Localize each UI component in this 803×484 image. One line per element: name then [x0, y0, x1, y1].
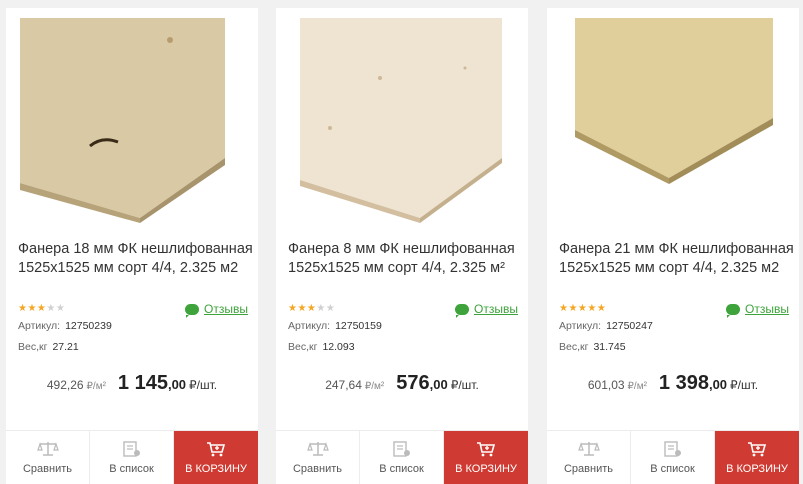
add-to-list-button[interactable]: В список [90, 431, 174, 484]
cart-icon [477, 442, 496, 457]
article-value: 12750159 [335, 320, 382, 332]
product-card: Фанера 21 мм ФК нешлифованная 1525x1525 … [547, 8, 799, 484]
compare-label: Сравнить [563, 463, 613, 475]
price-unit: ₽/шт. [189, 378, 218, 392]
price-block: 492,26 ₽/м² 1 145 ,00 ₽/шт. [6, 372, 258, 395]
weight-value: 31.745 [593, 341, 626, 353]
scales-icon [306, 442, 329, 456]
product-title[interactable]: Фанера 21 мм ФК нешлифованная 1525x1525 … [559, 240, 795, 278]
compare-button[interactable]: Сравнить [547, 431, 631, 484]
reviews-link[interactable]: Отзывы [726, 302, 789, 318]
weight-label: Вес,кг [288, 341, 318, 353]
cart-label: В КОРЗИНУ [726, 463, 788, 475]
article-label: Артикул: [18, 320, 61, 332]
price-main: 1 398 [658, 372, 709, 394]
speech-bubble-icon [185, 303, 200, 318]
cart-icon [748, 442, 767, 457]
list-label: В список [109, 463, 154, 475]
price-per-m2: 601,03 [587, 378, 625, 392]
add-to-list-button[interactable]: В список [360, 431, 444, 484]
cart-icon [207, 442, 226, 457]
speech-bubble-icon [726, 303, 741, 318]
add-to-cart-button[interactable]: В КОРЗИНУ [715, 431, 799, 484]
compare-label: Сравнить [22, 463, 72, 475]
card-actions: Сравнить В список В КОРЗИНУ [6, 430, 258, 484]
rating-stars: ★★★★★ [559, 303, 607, 314]
price-per-m2: 247,64 [325, 378, 362, 392]
add-to-cart-button[interactable]: В КОРЗИНУ [444, 431, 528, 484]
speech-bubble-icon [455, 303, 470, 318]
article-label: Артикул: [559, 320, 602, 332]
scales-icon [577, 442, 600, 456]
card-actions: Сравнить В список В КОРЗИНУ [547, 430, 799, 484]
reviews-link[interactable]: Отзывы [185, 302, 248, 318]
article-row: Артикул: 12750159 [288, 320, 382, 332]
product-title[interactable]: Фанера 18 мм ФК нешлифованная 1525x1525 … [18, 240, 254, 278]
reviews-label: Отзывы [474, 302, 518, 316]
rating-stars: ★★★★★ [288, 303, 336, 314]
add-to-list-button[interactable]: В список [631, 431, 715, 484]
cart-label: В КОРЗИНУ [455, 463, 517, 475]
weight-label: Вес,кг [18, 341, 48, 353]
price-cents: ,00 [429, 377, 448, 392]
list-document-icon [122, 441, 140, 457]
weight-label: Вес,кг [559, 341, 589, 353]
price-block: 601,03 ₽/м² 1 398 ,00 ₽/шт. [547, 372, 799, 395]
price-per-m2-unit: ₽/м² [364, 381, 385, 392]
price-unit: ₽/шт. [730, 378, 759, 392]
compare-button[interactable]: Сравнить [276, 431, 360, 484]
plywood-image [20, 18, 225, 223]
product-card: Фанера 8 мм ФК нешлифованная 1525x1525 м… [276, 8, 528, 484]
list-document-icon [663, 441, 681, 457]
rating-stars: ★★★★★ [18, 303, 66, 314]
price-per-m2-unit: ₽/м² [86, 381, 106, 392]
compare-button[interactable]: Сравнить [6, 431, 90, 484]
price-cents: ,00 [708, 377, 728, 392]
weight-value: 12.093 [322, 341, 355, 353]
reviews-link[interactable]: Отзывы [455, 302, 518, 318]
list-document-icon [392, 441, 410, 457]
price-main: 1 145 [117, 372, 168, 394]
price-per-m2-unit: ₽/м² [627, 381, 647, 392]
price-block: 247,64 ₽/м² 576 ,00 ₽/шт. [276, 372, 528, 395]
weight-value: 27.21 [52, 341, 79, 353]
reviews-label: Отзывы [745, 302, 789, 316]
weight-row: Вес,кг 27.21 [18, 341, 79, 353]
product-image[interactable] [561, 18, 781, 228]
article-value: 12750247 [606, 320, 653, 332]
compare-label: Сравнить [292, 463, 342, 475]
article-value: 12750239 [65, 320, 112, 332]
card-actions: Сравнить В список В КОРЗИНУ [276, 430, 528, 484]
product-image[interactable] [20, 18, 240, 228]
product-title[interactable]: Фанера 8 мм ФК нешлифованная 1525x1525 м… [288, 240, 524, 278]
list-label: В список [650, 463, 695, 475]
price-unit: ₽/шт. [450, 378, 479, 392]
list-label: В список [379, 463, 424, 475]
article-row: Артикул: 12750247 [559, 320, 653, 332]
product-card: Фанера 18 мм ФК нешлифованная 1525x1525 … [6, 8, 258, 484]
price-main: 576 [396, 372, 430, 394]
weight-row: Вес,кг 12.093 [288, 341, 355, 353]
plywood-image [575, 18, 773, 184]
price-cents: ,00 [167, 377, 187, 392]
article-label: Артикул: [288, 320, 331, 332]
cart-label: В КОРЗИНУ [185, 463, 247, 475]
scales-icon [36, 442, 59, 456]
reviews-label: Отзывы [204, 302, 248, 316]
add-to-cart-button[interactable]: В КОРЗИНУ [174, 431, 258, 484]
product-image[interactable] [290, 18, 510, 228]
weight-row: Вес,кг 31.745 [559, 341, 626, 353]
plywood-image [300, 18, 502, 223]
price-per-m2: 492,26 [46, 378, 84, 392]
article-row: Артикул: 12750239 [18, 320, 112, 332]
